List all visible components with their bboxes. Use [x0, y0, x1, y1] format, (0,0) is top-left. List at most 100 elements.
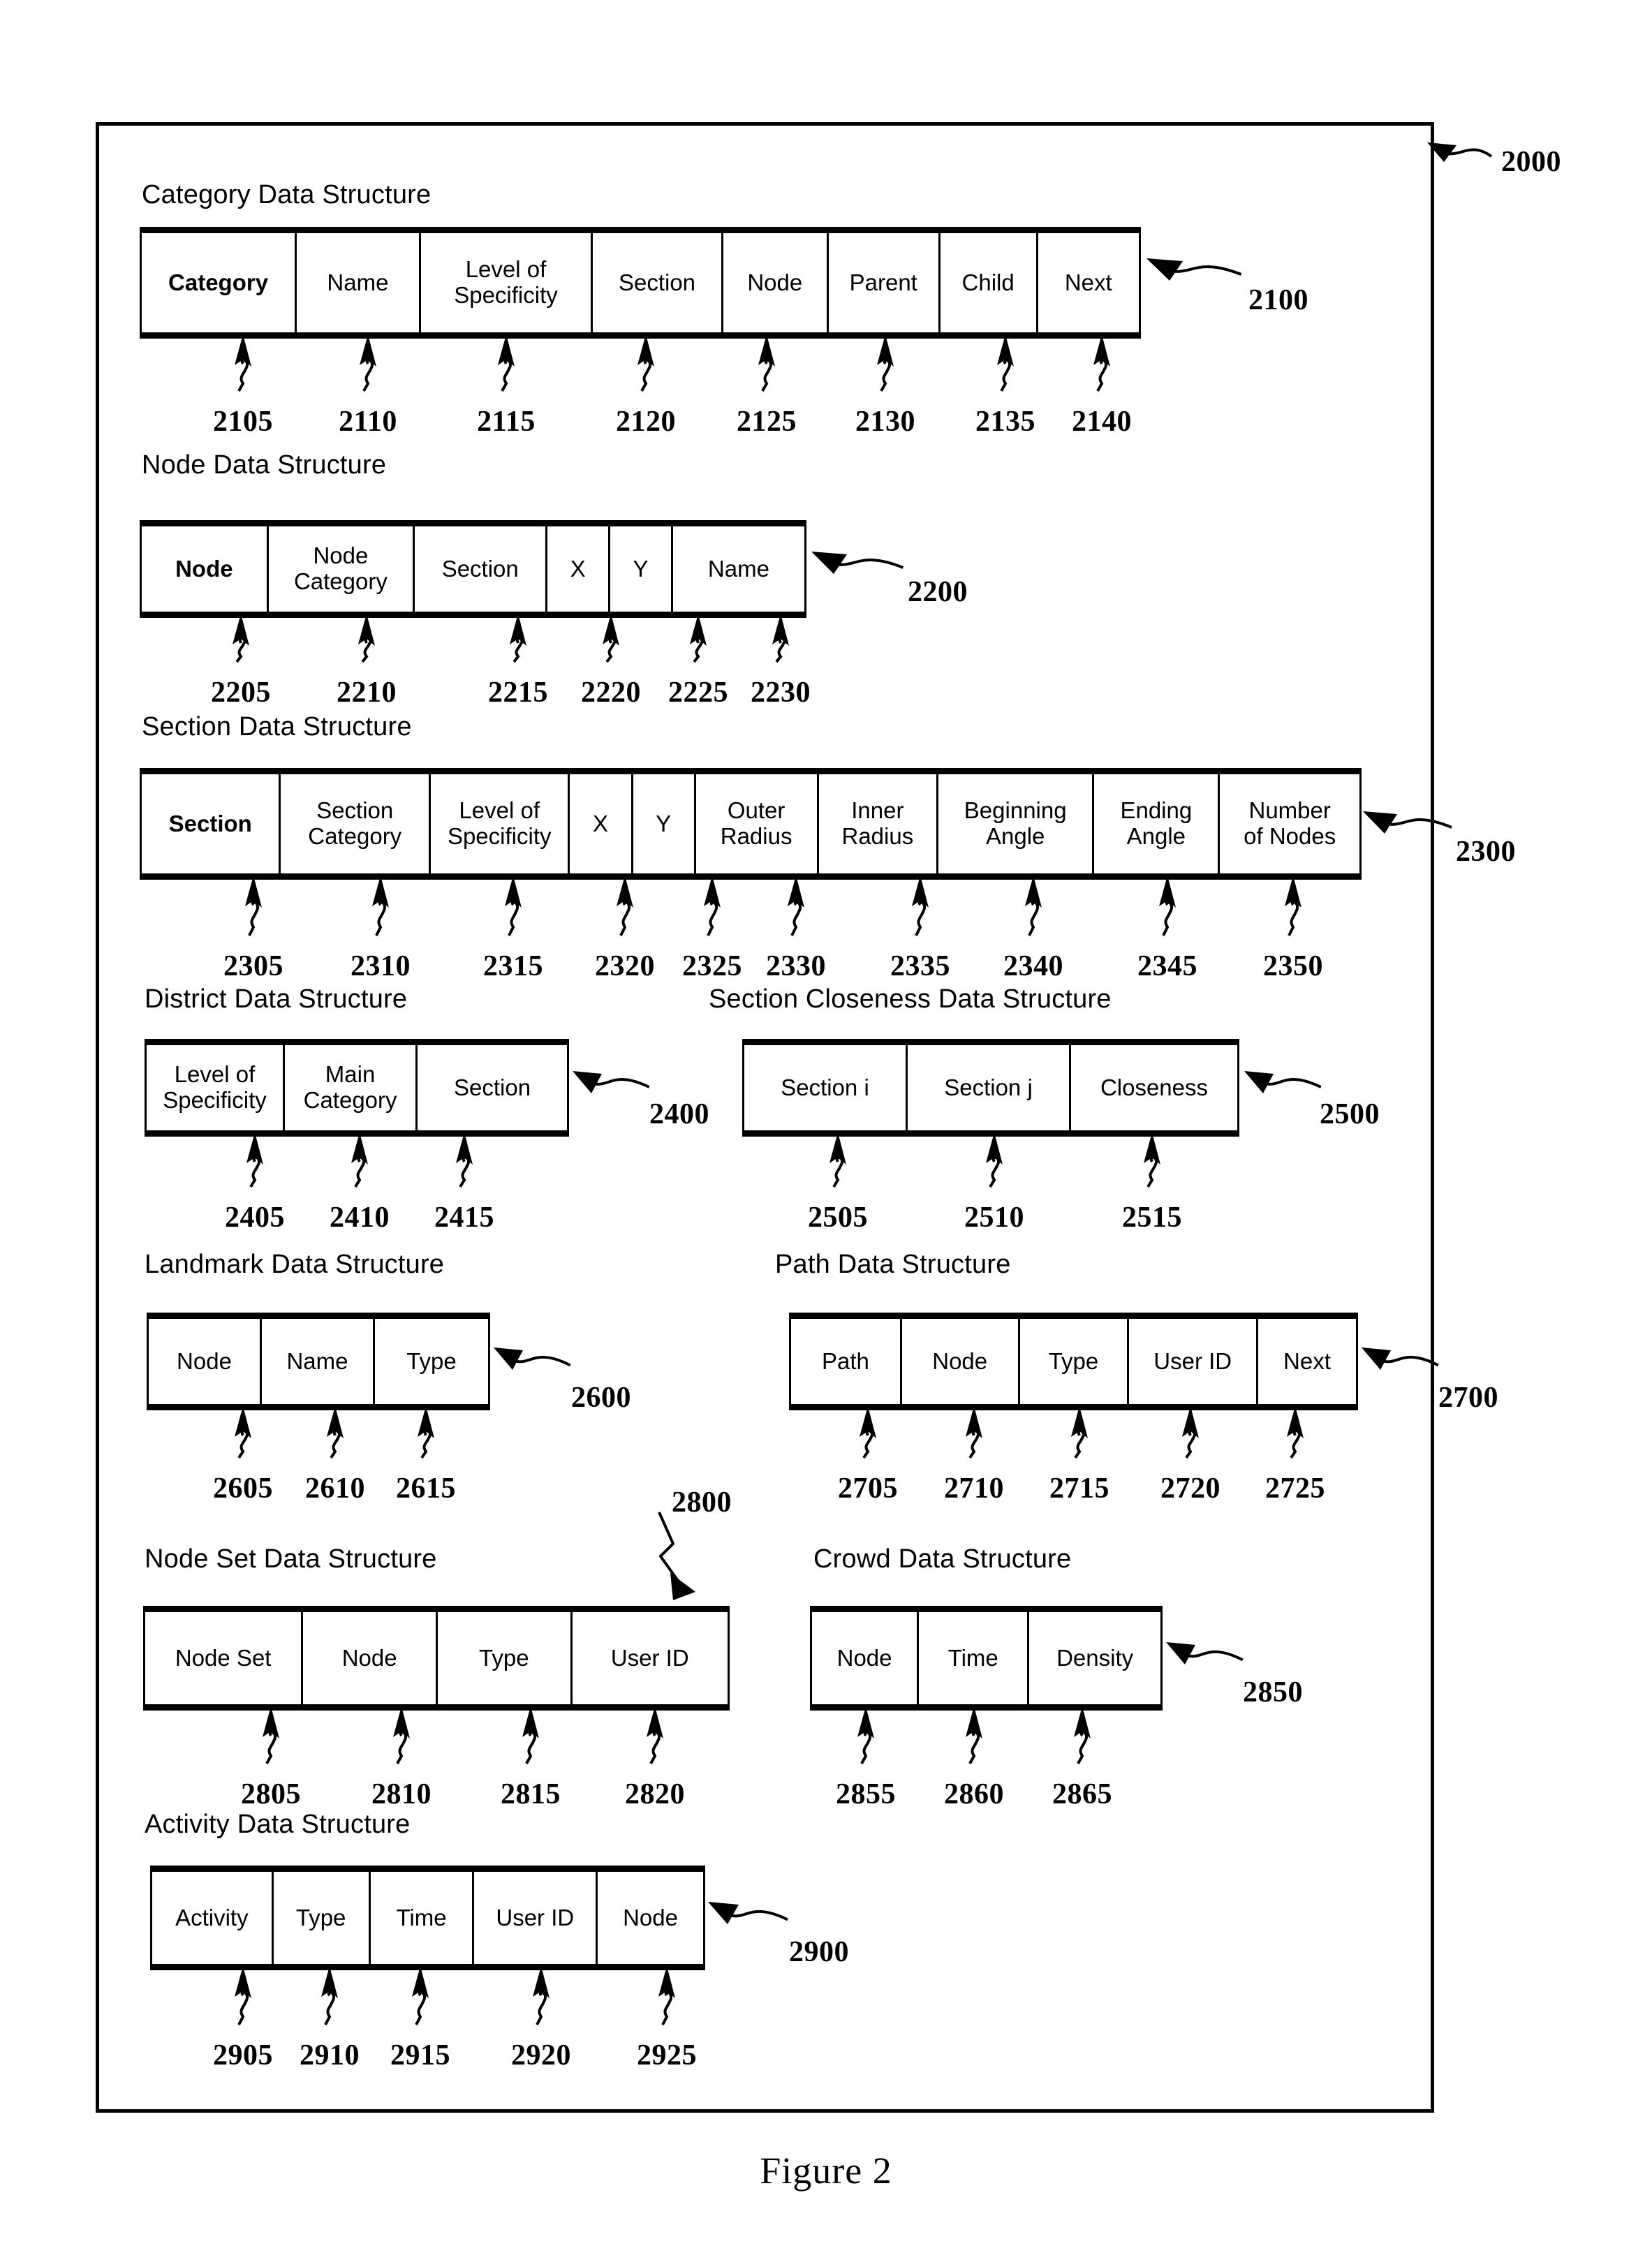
field-section-7: Beginning Angle: [938, 774, 1095, 873]
field-landmark-1: Name: [262, 1319, 375, 1404]
ref-numeral-2715: 2715: [1049, 1472, 1109, 1505]
ref-numeral-2220: 2220: [581, 677, 641, 709]
field-section-1: Section Category: [281, 774, 431, 873]
ref-numeral-2325: 2325: [682, 950, 742, 982]
field-node-4: Y: [610, 526, 673, 612]
ref-numeral-2705: 2705: [838, 1472, 898, 1505]
ref-numeral-2910: 2910: [300, 2039, 360, 2071]
ref-numeral-2920: 2920: [511, 2039, 571, 2071]
ref-numeral-2915: 2915: [390, 2039, 450, 2071]
field-section-5: Outer Radius: [696, 774, 819, 873]
ref-numeral-2500: 2500: [1320, 1098, 1380, 1130]
ref-numeral-2615: 2615: [396, 1472, 456, 1505]
field-landmark-0: Node: [149, 1319, 262, 1404]
ref-numeral-2140: 2140: [1072, 406, 1132, 438]
field-section-3: X: [570, 774, 633, 873]
field-activity-3: User ID: [474, 1872, 598, 1964]
ref-numeral-2410: 2410: [330, 1202, 390, 1234]
ref-numeral-2305: 2305: [223, 950, 283, 982]
ref-numeral-2215: 2215: [488, 677, 548, 709]
field-district-0: Level of Specificity: [147, 1045, 286, 1130]
field-table-node-set: Node Set Node Type User ID: [143, 1606, 730, 1711]
field-landmark-2: Type: [406, 1347, 457, 1374]
ref-numeral-2115: 2115: [477, 406, 536, 438]
ref-numeral-2700: 2700: [1438, 1382, 1498, 1414]
ref-numeral-2110: 2110: [339, 406, 397, 438]
field-path-4: Next: [1283, 1347, 1331, 1374]
ref-numeral-2610: 2610: [305, 1472, 365, 1505]
ref-numeral-2205: 2205: [211, 677, 271, 709]
field-node-5: Name: [707, 555, 769, 582]
field-activity-0: Activity: [152, 1872, 274, 1964]
ref-numeral-2225: 2225: [668, 677, 728, 709]
field-node-2: Section: [415, 526, 548, 612]
field-category-7: Next: [1064, 269, 1112, 295]
field-table-section: Section Section Category Level of Specific…: [140, 768, 1362, 880]
ref-numeral-2105: 2105: [213, 406, 273, 438]
ref-numeral-2310: 2310: [351, 950, 411, 982]
ref-numeral-2810: 2810: [371, 1778, 432, 1810]
field-section-closeness-2: Closeness: [1100, 1074, 1209, 1100]
ref-numeral-2400: 2400: [649, 1098, 709, 1130]
field-section-closeness-1: Section j: [908, 1045, 1071, 1130]
ref-numeral-2340: 2340: [1003, 950, 1063, 982]
field-section-4: Y: [633, 774, 696, 873]
ref-numeral-2900: 2900: [789, 1936, 849, 1968]
field-table-district: Level of Specificity Main Category Section: [145, 1039, 569, 1137]
field-node-set-1: Node: [303, 1612, 438, 1704]
field-category-4: Node: [723, 233, 829, 332]
ref-numeral-2865: 2865: [1052, 1778, 1112, 1810]
field-district-1: Main Category: [285, 1045, 418, 1130]
ref-numeral-2130: 2130: [855, 406, 915, 438]
field-section-0: Section: [142, 774, 281, 873]
field-path-0: Path: [791, 1319, 902, 1404]
ref-numeral-2315: 2315: [483, 950, 543, 982]
structure-title-crowd: Crowd Data Structure: [813, 1544, 1072, 1574]
ref-numeral-2925: 2925: [637, 2039, 697, 2071]
ref-numeral-2330: 2330: [766, 950, 826, 982]
field-section-9: Number of Nodes: [1244, 797, 1336, 849]
ref-numeral-2600: 2600: [571, 1382, 631, 1414]
field-table-category: Category Name Level of Specificity Section N…: [140, 227, 1141, 339]
field-section-2: Level of Specificity: [431, 774, 570, 873]
field-table-crowd: Node Time Density: [810, 1606, 1163, 1711]
ref-numeral-2720: 2720: [1160, 1472, 1220, 1505]
ref-numeral-2905: 2905: [213, 2039, 273, 2071]
field-node-3: X: [547, 526, 611, 612]
structure-title-section-closeness: Section Closeness Data Structure: [709, 984, 1112, 1014]
field-category-1: Name: [297, 233, 421, 332]
ref-numeral-2405: 2405: [225, 1202, 285, 1234]
field-crowd-1: Time: [919, 1612, 1030, 1704]
field-activity-4: Node: [623, 1904, 678, 1930]
field-path-3: User ID: [1129, 1319, 1258, 1404]
field-table-path: Path Node Type User ID Next: [789, 1313, 1358, 1410]
field-path-1: Node: [902, 1319, 1020, 1404]
ref-numeral-2800: 2800: [672, 1486, 732, 1519]
ref-numeral-2300: 2300: [1456, 836, 1516, 868]
ref-numeral-2100: 2100: [1248, 284, 1308, 316]
ref-numeral-2515: 2515: [1122, 1202, 1182, 1234]
structure-title-activity: Activity Data Structure: [145, 1810, 411, 1839]
field-table-activity: Activity Type Time User ID Node: [150, 1866, 705, 1970]
ref-numeral-2320: 2320: [595, 950, 655, 982]
field-category-0: Category: [142, 233, 297, 332]
ref-numeral-2210: 2210: [337, 677, 397, 709]
field-node-1: Node Category: [269, 526, 415, 612]
ref-numeral-2120: 2120: [616, 406, 676, 438]
ref-numeral-2860: 2860: [944, 1778, 1004, 1810]
field-activity-2: Time: [371, 1872, 475, 1964]
ref-numeral-2510: 2510: [964, 1202, 1024, 1234]
field-category-3: Section: [593, 233, 723, 332]
field-node-set-3: User ID: [610, 1644, 689, 1671]
structure-title-category: Category Data Structure: [142, 180, 432, 209]
ref-numeral-2335: 2335: [890, 950, 950, 982]
ref-numeral-2710: 2710: [944, 1472, 1004, 1505]
field-category-5: Parent: [829, 233, 941, 332]
structure-title-node-set: Node Set Data Structure: [145, 1544, 437, 1574]
field-node-set-0: Node Set: [145, 1612, 304, 1704]
structure-title-district: District Data Structure: [145, 984, 408, 1014]
field-node-0: Node: [142, 526, 269, 612]
field-crowd-2: Density: [1056, 1644, 1134, 1671]
ref-numeral-2000: 2000: [1501, 146, 1561, 178]
structure-title-landmark: Landmark Data Structure: [145, 1250, 445, 1279]
